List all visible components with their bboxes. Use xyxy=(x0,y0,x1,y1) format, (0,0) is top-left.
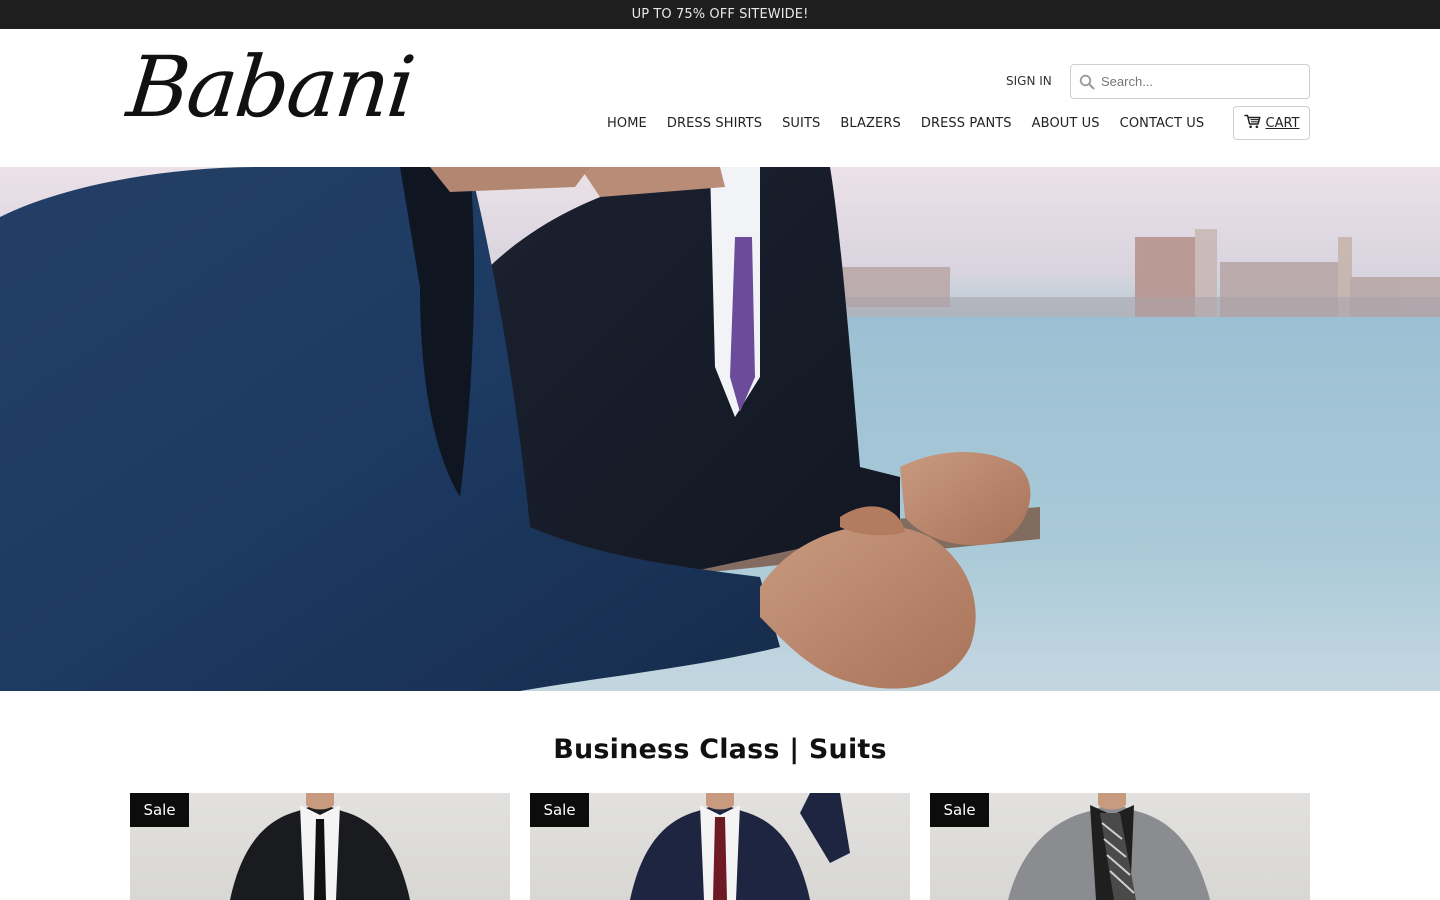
announcement-text: UP TO 75% OFF SITEWIDE! xyxy=(631,7,809,22)
search-box[interactable] xyxy=(1070,64,1310,99)
product-card[interactable]: Sale xyxy=(530,793,910,900)
nav-home[interactable]: HOME xyxy=(607,116,647,131)
search-icon xyxy=(1073,65,1101,98)
sale-badge: Sale xyxy=(930,793,989,827)
sign-in-link[interactable]: SIGN IN xyxy=(1006,74,1052,88)
nav-dress-pants[interactable]: DRESS PANTS xyxy=(921,116,1012,131)
nav-dress-shirts[interactable]: DRESS SHIRTS xyxy=(667,116,762,131)
sale-badge: Sale xyxy=(530,793,589,827)
product-card[interactable]: Sale xyxy=(130,793,510,900)
site-header: Babani SIGN IN HOME DRESS SHIRTS SUITS B… xyxy=(0,29,1440,167)
hero-illustration xyxy=(0,167,1440,691)
hero-banner-image xyxy=(0,167,1440,691)
nav-suits[interactable]: SUITS xyxy=(782,116,820,131)
cart-button[interactable]: CART xyxy=(1233,106,1310,140)
cart-label: CART xyxy=(1265,115,1300,131)
cart-icon xyxy=(1243,114,1261,133)
sale-badge: Sale xyxy=(130,793,189,827)
nav-blazers[interactable]: BLAZERS xyxy=(840,116,900,131)
section-title: Business Class | Suits xyxy=(553,734,887,765)
search-input[interactable] xyxy=(1101,66,1309,97)
announcement-bar: UP TO 75% OFF SITEWIDE! xyxy=(0,0,1440,29)
product-card[interactable]: Sale xyxy=(930,793,1310,900)
nav-about-us[interactable]: ABOUT US xyxy=(1032,116,1100,131)
main-nav: HOME DRESS SHIRTS SUITS BLAZERS DRESS PA… xyxy=(597,107,1214,139)
logo[interactable]: Babani xyxy=(123,35,424,139)
nav-contact-us[interactable]: CONTACT US xyxy=(1120,116,1205,131)
